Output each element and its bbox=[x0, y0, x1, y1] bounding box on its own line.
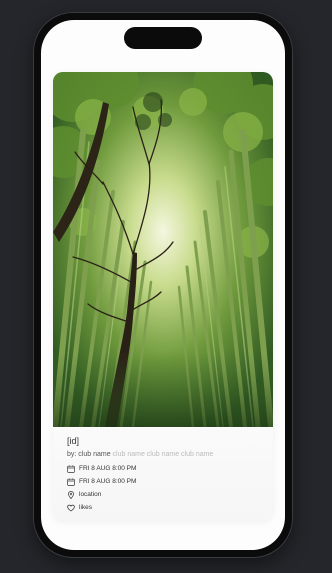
phone-frame: [id] by: club name club name club name c… bbox=[33, 12, 293, 558]
event-title: [id] bbox=[67, 436, 80, 446]
club-name[interactable]: club name bbox=[78, 451, 110, 458]
event-photo bbox=[53, 72, 273, 427]
likes: likes bbox=[79, 504, 93, 511]
club-name-overflow: club name club name club name bbox=[112, 451, 214, 458]
dynamic-island bbox=[124, 27, 202, 49]
start-date-row: FRI 8 AUG 8:00 PM bbox=[67, 463, 259, 475]
location: location bbox=[79, 491, 102, 498]
end-date: FRI 8 AUG 8:00 PM bbox=[79, 478, 137, 485]
map-pin-icon bbox=[67, 491, 75, 499]
calendar-icon bbox=[67, 478, 75, 486]
location-row[interactable]: location bbox=[67, 489, 259, 501]
event-card[interactable]: [id] by: club name club name club name c… bbox=[53, 72, 273, 520]
phone-screen: [id] by: club name club name club name c… bbox=[41, 20, 285, 550]
event-info: [id] by: club name club name club name c… bbox=[53, 428, 273, 520]
calendar-icon bbox=[67, 465, 75, 473]
by-prefix: by: bbox=[67, 451, 77, 458]
likes-row[interactable]: likes bbox=[67, 502, 259, 514]
event-byline: by: club name club name club name club n… bbox=[67, 450, 259, 460]
stage: [id] by: club name club name club name c… bbox=[0, 0, 332, 573]
start-date: FRI 8 AUG 8:00 PM bbox=[79, 465, 137, 472]
heart-icon[interactable] bbox=[67, 504, 75, 512]
end-date-row: FRI 8 AUG 8:00 PM bbox=[67, 476, 259, 488]
